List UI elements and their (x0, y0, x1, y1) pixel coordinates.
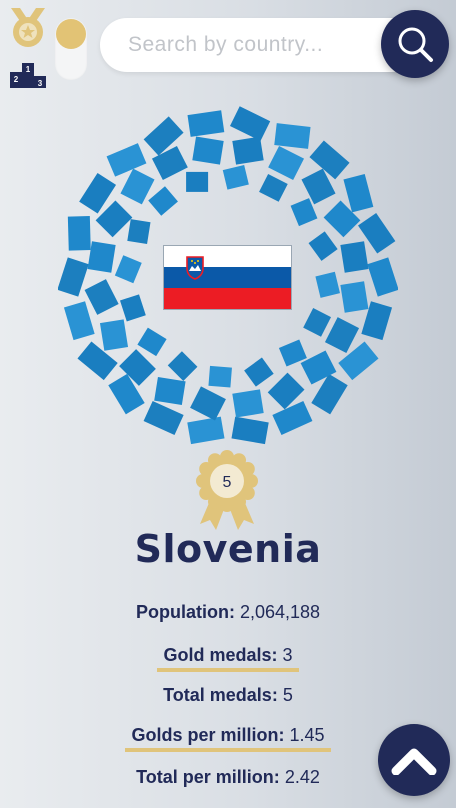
emblem-tile (143, 400, 184, 436)
stat-label: Total medals: (163, 685, 278, 705)
emblem-tile (268, 145, 305, 181)
emblem-tile (244, 357, 274, 387)
emblem-tile (208, 365, 232, 388)
country-flag (163, 245, 292, 310)
emblem-tile (137, 327, 167, 357)
stat-value: 2,064,188 (239, 602, 321, 622)
emblem-tile (367, 257, 398, 297)
stat-row: Population: 2,064,188 (0, 602, 456, 623)
emblem-tile (324, 317, 360, 354)
emblem-tile (232, 136, 264, 165)
rank-number: 5 (223, 474, 232, 491)
search-bar (100, 18, 418, 72)
emblem-tile (231, 416, 269, 445)
emblem-tile (114, 255, 142, 284)
stat-value: 5 (282, 685, 293, 705)
view-toggle[interactable] (55, 18, 87, 80)
rank-badge: 5 (194, 448, 260, 532)
emblem-tile (222, 165, 249, 190)
stat-value: 1.45 (289, 725, 325, 745)
emblem-tile (58, 257, 89, 297)
podium-icon[interactable]: 1 2 3 (10, 63, 46, 88)
emblem-tile (127, 219, 151, 245)
stat-text: Population: 2,064,188 (136, 602, 320, 622)
stat-label: Gold medals: (163, 645, 278, 665)
stat-label: Population: (135, 602, 235, 622)
emblem-tile (167, 351, 198, 381)
emblem-tile (190, 386, 226, 421)
stat-value: 3 (282, 645, 293, 665)
emblem-tile (87, 241, 116, 273)
emblem-tile (308, 231, 338, 261)
emblem-tile (67, 215, 91, 251)
emblem-tile (340, 241, 369, 273)
emblem-tile (186, 171, 209, 192)
emblem-tile (106, 143, 147, 177)
stat-text: Golds per million: 1.45 (125, 725, 331, 752)
toggle-knob[interactable] (56, 19, 86, 49)
chevron-up-icon (391, 748, 437, 775)
podium-first-label: 1 (26, 65, 31, 74)
emblem-tile (187, 416, 225, 445)
emblem-tile (274, 123, 311, 149)
emblem-tile (119, 294, 146, 322)
search-input[interactable] (128, 32, 378, 58)
scroll-top-button[interactable] (378, 724, 450, 796)
stat-text: Gold medals: 3 (157, 645, 299, 672)
emblem-tile (259, 173, 288, 202)
emblem-tile (272, 400, 313, 436)
stat-label: Total per million: (136, 767, 280, 787)
emblem-tile (343, 173, 374, 213)
emblem-tile (120, 168, 155, 205)
emblem-tile (232, 389, 264, 418)
emblem-tile (84, 279, 119, 315)
emblem-tile (63, 301, 95, 341)
emblem-tile (148, 186, 178, 216)
stat-text: Total per million: 2.42 (136, 767, 320, 787)
view-mode-icons: 1 2 3 (8, 8, 48, 90)
stat-text: Total medals: 5 (163, 685, 293, 705)
medal-icon[interactable] (11, 8, 45, 47)
emblem-tile (192, 136, 224, 165)
stat-value: 2.42 (284, 767, 320, 787)
search-icon (398, 27, 433, 62)
podium-third-label: 3 (38, 79, 43, 88)
country-name: Slovenia (134, 527, 322, 571)
emblem-tile (187, 110, 225, 137)
emblem-tile (229, 106, 271, 141)
emblem-tile (315, 271, 340, 298)
podium-second-label: 2 (14, 75, 19, 84)
stat-row: Total medals: 5 (0, 685, 456, 706)
stat-label: Golds per million: (131, 725, 285, 745)
search-button[interactable] (381, 10, 449, 78)
emblem-tile (303, 308, 332, 337)
emblem-tile (340, 281, 369, 313)
emblem-tile (99, 319, 129, 351)
coat-of-arms-icon (186, 256, 204, 280)
emblem-tile (154, 376, 186, 406)
stat-row: Gold medals: 3 (0, 645, 456, 672)
